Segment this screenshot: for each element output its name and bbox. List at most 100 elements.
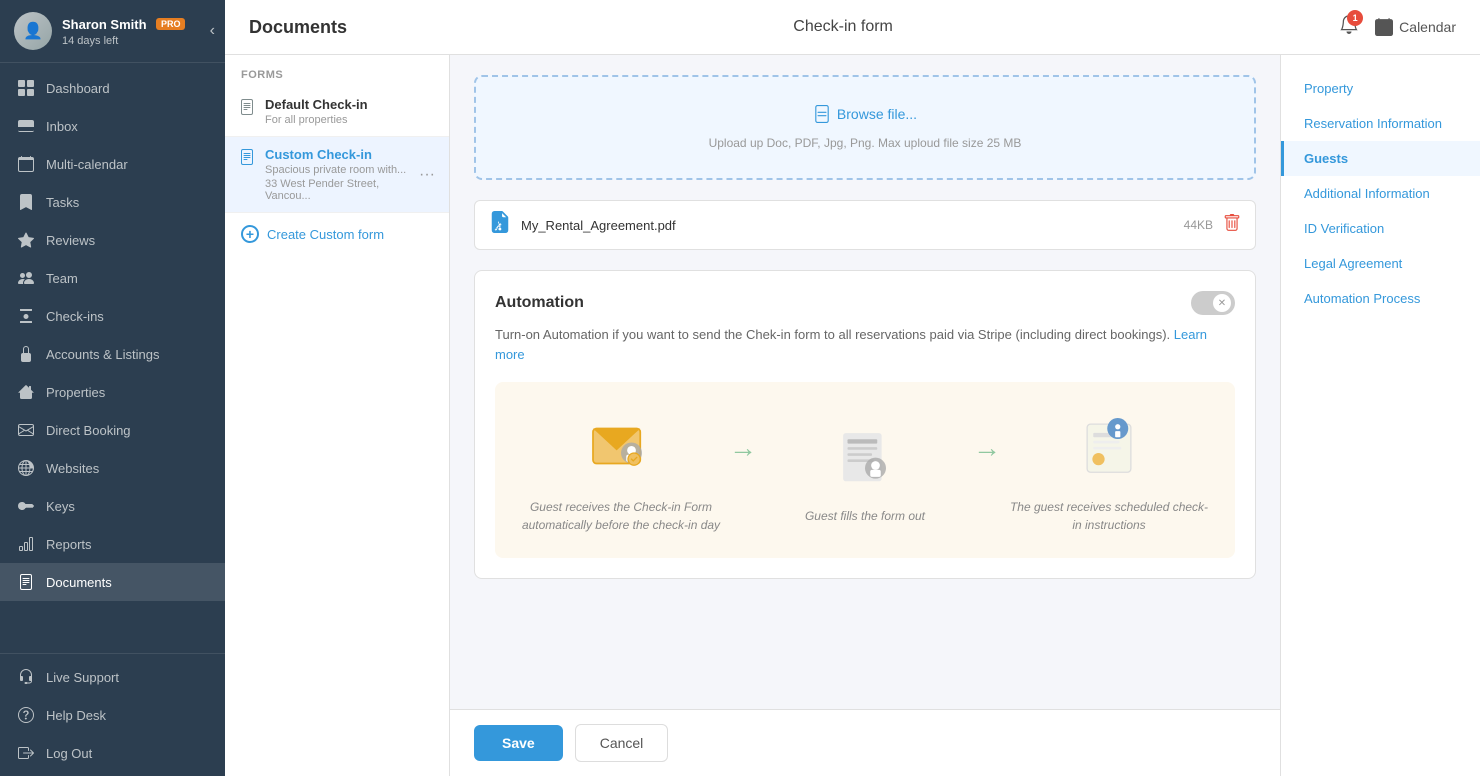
file-size: 44KB bbox=[1184, 218, 1213, 232]
right-nav-automation-process[interactable]: Automation Process bbox=[1281, 281, 1480, 316]
sidebar-item-inbox[interactable]: Inbox bbox=[0, 107, 225, 145]
sidebar-item-label: Log Out bbox=[46, 746, 92, 761]
keys-icon bbox=[16, 496, 36, 516]
right-nav-property[interactable]: Property bbox=[1281, 71, 1480, 106]
sidebar-item-label: Reports bbox=[46, 537, 92, 552]
user-name-row: Sharon Smith PRO bbox=[62, 16, 185, 34]
form-item-content: Custom Check-in Spacious private room wi… bbox=[265, 147, 419, 202]
automation-card: Automation Turn-on Automation if you wan… bbox=[474, 270, 1256, 579]
sidebar-item-accounts-listings[interactable]: Accounts & Listings bbox=[0, 335, 225, 373]
sidebar-item-documents[interactable]: Documents bbox=[0, 563, 225, 601]
form-item-subtitle: For all properties bbox=[265, 114, 435, 126]
sidebar-item-label: Properties bbox=[46, 385, 105, 400]
flow-step-3-text: The guest receives scheduled check-in in… bbox=[1009, 498, 1209, 534]
file-pdf-icon bbox=[489, 211, 511, 239]
sidebar-item-dashboard[interactable]: Dashboard bbox=[0, 69, 225, 107]
forms-section-label: FORMS bbox=[225, 55, 449, 87]
sidebar-item-keys[interactable]: Keys bbox=[0, 487, 225, 525]
form-item-address: 33 West Pender Street, Vancou... bbox=[265, 178, 419, 202]
calendar-multi-icon bbox=[16, 154, 36, 174]
form-document-icon bbox=[239, 149, 255, 170]
flow-step-1: Guest receives the Check-in Form automat… bbox=[521, 406, 721, 534]
right-nav-guests[interactable]: Guests bbox=[1281, 141, 1480, 176]
form-title: Check-in form bbox=[347, 18, 1339, 36]
flow-step-1-text: Guest receives the Check-in Form automat… bbox=[521, 498, 721, 534]
properties-icon bbox=[16, 382, 36, 402]
sidebar-item-label: Documents bbox=[46, 575, 112, 590]
automation-toggle[interactable] bbox=[1191, 291, 1235, 315]
flow-arrow-2: → bbox=[973, 432, 1001, 464]
calendar-label: Calendar bbox=[1399, 19, 1456, 35]
help-icon bbox=[16, 705, 36, 725]
sidebar-item-properties[interactable]: Properties bbox=[0, 373, 225, 411]
reports-icon bbox=[16, 534, 36, 554]
sidebar-collapse-button[interactable]: ‹ bbox=[210, 22, 215, 40]
notification-button[interactable]: 1 bbox=[1339, 14, 1359, 40]
right-nav-additional-information[interactable]: Additional Information bbox=[1281, 176, 1480, 211]
sidebar-item-direct-booking[interactable]: Direct Booking bbox=[0, 411, 225, 449]
right-sidebar: Property Reservation Information Guests … bbox=[1280, 55, 1480, 776]
cancel-button[interactable]: Cancel bbox=[575, 724, 669, 762]
sidebar-item-live-support[interactable]: Live Support bbox=[0, 658, 225, 696]
file-delete-button[interactable] bbox=[1223, 214, 1241, 237]
sidebar-item-websites[interactable]: Websites bbox=[0, 449, 225, 487]
sidebar-item-label: Multi-calendar bbox=[46, 157, 128, 172]
forms-panel: FORMS Default Check-in For all propertie… bbox=[225, 55, 450, 776]
automation-title: Automation bbox=[495, 294, 584, 312]
right-nav-id-verification[interactable]: ID Verification bbox=[1281, 211, 1480, 246]
sidebar-item-label: Websites bbox=[46, 461, 99, 476]
logout-icon bbox=[16, 743, 36, 763]
sidebar-item-help-desk[interactable]: Help Desk bbox=[0, 696, 225, 734]
middle-content: FORMS Default Check-in For all propertie… bbox=[225, 55, 1480, 776]
sidebar-item-label: Keys bbox=[46, 499, 75, 514]
sidebar-item-team[interactable]: Team bbox=[0, 259, 225, 297]
sidebar-header: 👤 Sharon Smith PRO 14 days left ‹ bbox=[0, 0, 225, 63]
topbar-right: 1 Calendar bbox=[1339, 14, 1456, 40]
team-icon bbox=[16, 268, 36, 288]
automation-description: Turn-on Automation if you want to send t… bbox=[495, 325, 1235, 364]
sidebar-item-label: Live Support bbox=[46, 670, 119, 685]
sidebar-item-label: Direct Booking bbox=[46, 423, 131, 438]
tasks-icon bbox=[16, 192, 36, 212]
file-name: My_Rental_Agreement.pdf bbox=[521, 218, 1174, 233]
sidebar-item-reports[interactable]: Reports bbox=[0, 525, 225, 563]
form-item-title: Default Check-in bbox=[265, 97, 435, 112]
sidebar-item-reviews[interactable]: Reviews bbox=[0, 221, 225, 259]
sidebar-item-tasks[interactable]: Tasks bbox=[0, 183, 225, 221]
sidebar-item-multi-calendar[interactable]: Multi-calendar bbox=[0, 145, 225, 183]
upload-area: Browse file... Upload up Doc, PDF, Jpg, … bbox=[474, 75, 1256, 180]
automation-desc-text: Turn-on Automation if you want to send t… bbox=[495, 327, 1170, 342]
main-inner: FORMS Default Check-in For all propertie… bbox=[225, 55, 1480, 776]
sidebar-item-check-ins[interactable]: Check-ins bbox=[0, 297, 225, 335]
documents-icon bbox=[16, 572, 36, 592]
grid-icon bbox=[16, 78, 36, 98]
user-name: Sharon Smith bbox=[62, 17, 147, 32]
browse-file-button[interactable]: Browse file... bbox=[813, 105, 917, 123]
flow-step-3: The guest receives scheduled check-in in… bbox=[1009, 406, 1209, 534]
inbox-icon bbox=[16, 116, 36, 136]
notification-badge: 1 bbox=[1347, 10, 1363, 26]
flow-diagram: Guest receives the Check-in Form automat… bbox=[495, 382, 1235, 558]
form-item-menu-button[interactable]: ··· bbox=[419, 166, 435, 184]
avatar-image: 👤 bbox=[14, 12, 52, 50]
form-item-custom-check-in[interactable]: Custom Check-in Spacious private room wi… bbox=[225, 137, 449, 213]
form-document-icon bbox=[239, 99, 255, 120]
form-item-content: Default Check-in For all properties bbox=[265, 97, 435, 126]
form-item-default-check-in[interactable]: Default Check-in For all properties bbox=[225, 87, 449, 137]
calendar-button[interactable]: Calendar bbox=[1375, 18, 1456, 36]
right-nav-reservation-information[interactable]: Reservation Information bbox=[1281, 106, 1480, 141]
flow-step-2: Guest fills the form out bbox=[765, 415, 965, 525]
save-button[interactable]: Save bbox=[474, 725, 563, 761]
create-custom-form-button[interactable]: + Create Custom form bbox=[225, 213, 449, 255]
accounts-icon bbox=[16, 344, 36, 364]
right-nav-legal-agreement[interactable]: Legal Agreement bbox=[1281, 246, 1480, 281]
user-info: Sharon Smith PRO 14 days left bbox=[62, 16, 185, 47]
sidebar-item-label: Help Desk bbox=[46, 708, 106, 723]
form-item-subtitle: Spacious private room with... bbox=[265, 164, 419, 176]
sidebar-nav: Dashboard Inbox Multi-calendar Tasks Rev… bbox=[0, 63, 225, 653]
check-ins-icon bbox=[16, 306, 36, 326]
sidebar-item-label: Dashboard bbox=[46, 81, 110, 96]
sidebar-item-log-out[interactable]: Log Out bbox=[0, 734, 225, 772]
create-form-label: Create Custom form bbox=[267, 227, 384, 242]
flow-step-2-text: Guest fills the form out bbox=[805, 507, 925, 525]
